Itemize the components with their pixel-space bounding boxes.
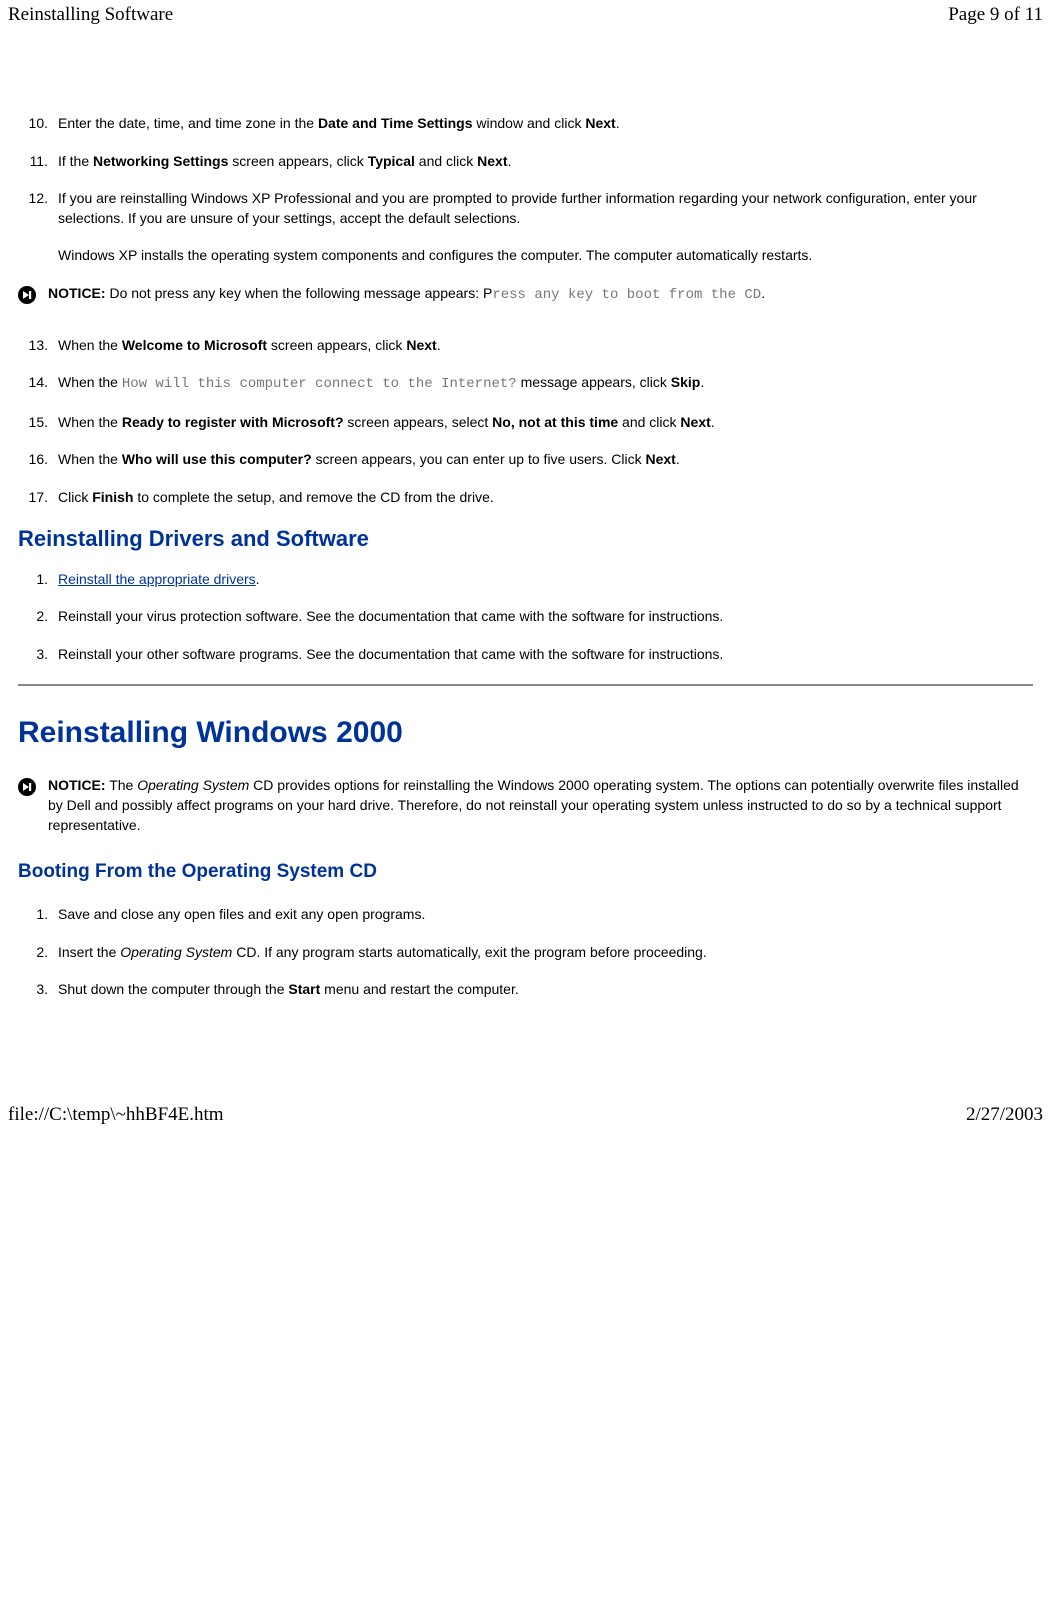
step-c3: 3. Reinstall your other software program… [18,645,1033,665]
notice-text: NOTICE: The Operating System CD provides… [48,776,1033,835]
step-text: If you are reinstalling Windows XP Profe… [58,189,1033,228]
separator [18,684,1033,686]
step-number: 2. [18,607,58,627]
step-text: Enter the date, time, and time zone in t… [58,114,1033,134]
header-title: Reinstalling Software [8,4,173,26]
steps-list-d: 1. Save and close any open files and exi… [18,905,1033,1000]
step-14: 14. When the How will this computer conn… [18,373,1033,395]
step-number: 1. [18,570,58,590]
content-area: 10. Enter the date, time, and time zone … [0,104,1051,1000]
footer-date: 2/27/2003 [966,1104,1043,1126]
step-number: 3. [18,645,58,665]
step-13: 13. When the Welcome to Microsoft screen… [18,336,1033,356]
paragraph-restart: Windows XP installs the operating system… [58,246,1033,266]
step-text: Insert the Operating System CD. If any p… [58,943,1033,963]
step-12: 12. If you are reinstalling Windows XP P… [18,189,1033,228]
step-11: 11. If the Networking Settings screen ap… [18,152,1033,172]
reinstall-drivers-link[interactable]: Reinstall the appropriate drivers [58,571,256,587]
notice-box-1: NOTICE: Do not press any key when the fo… [18,284,1033,310]
page-footer: file://C:\temp\~hhBF4E.htm 2/27/2003 [0,1100,1051,1130]
page-header: Reinstalling Software Page 9 of 11 [0,0,1051,30]
heading-booting: Booting From the Operating System CD [18,861,1033,883]
notice-icon [18,284,48,310]
step-number: 12. [18,189,58,228]
step-17: 17. Click Finish to complete the setup, … [18,488,1033,508]
steps-list-c: 1. Reinstall the appropriate drivers. 2.… [18,570,1033,665]
header-pageinfo: Page 9 of 11 [948,4,1043,26]
step-text: Reinstall your other software programs. … [58,645,1033,665]
notice-box-2: NOTICE: The Operating System CD provides… [18,776,1033,835]
heading-win2000: Reinstalling Windows 2000 [18,716,1033,750]
step-text: Reinstall your virus protection software… [58,607,1033,627]
step-number: 10. [18,114,58,134]
step-text: Click Finish to complete the setup, and … [58,488,1033,508]
step-text: When the Who will use this computer? scr… [58,450,1033,470]
step-number: 1. [18,905,58,925]
footer-path: file://C:\temp\~hhBF4E.htm [8,1104,224,1126]
steps-list-b: 13. When the Welcome to Microsoft screen… [18,336,1033,508]
notice-icon [18,776,48,835]
step-number: 2. [18,943,58,963]
step-c1: 1. Reinstall the appropriate drivers. [18,570,1033,590]
steps-list-a: 10. Enter the date, time, and time zone … [18,114,1033,228]
step-number: 14. [18,373,58,395]
step-d1: 1. Save and close any open files and exi… [18,905,1033,925]
step-text: When the Welcome to Microsoft screen app… [58,336,1033,356]
step-text: If the Networking Settings screen appear… [58,152,1033,172]
step-15: 15. When the Ready to register with Micr… [18,413,1033,433]
step-number: 15. [18,413,58,433]
step-text: Reinstall the appropriate drivers. [58,570,1033,590]
step-10: 10. Enter the date, time, and time zone … [18,114,1033,134]
step-text: When the How will this computer connect … [58,373,1033,395]
step-number: 16. [18,450,58,470]
step-text: Shut down the computer through the Start… [58,980,1033,1000]
step-d3: 3. Shut down the computer through the St… [18,980,1033,1000]
step-text: Save and close any open files and exit a… [58,905,1033,925]
step-text: When the Ready to register with Microsof… [58,413,1033,433]
step-number: 3. [18,980,58,1000]
step-number: 13. [18,336,58,356]
step-c2: 2. Reinstall your virus protection softw… [18,607,1033,627]
step-d2: 2. Insert the Operating System CD. If an… [18,943,1033,963]
notice-text: NOTICE: Do not press any key when the fo… [48,284,765,310]
heading-drivers: Reinstalling Drivers and Software [18,526,1033,552]
step-number: 11. [18,152,58,172]
step-number: 17. [18,488,58,508]
step-16: 16. When the Who will use this computer?… [18,450,1033,470]
